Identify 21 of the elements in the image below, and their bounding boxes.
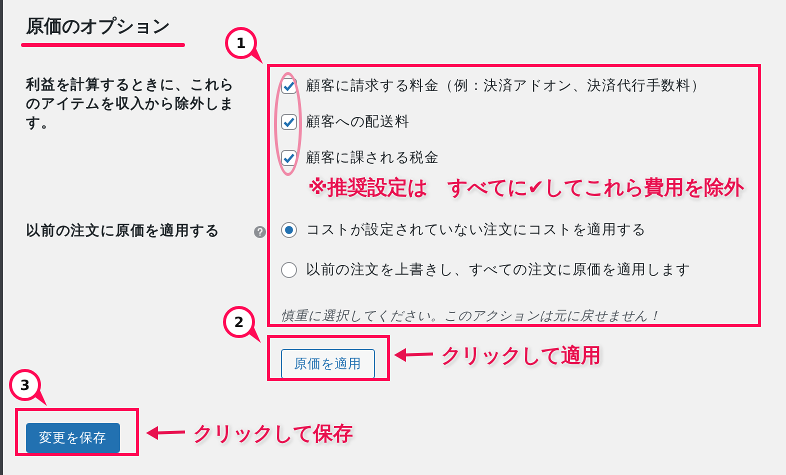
- option-label: 以前の注文を上書きし、すべての注文に原価を適用します: [306, 261, 691, 279]
- arrow: [394, 348, 434, 362]
- option-label: コストが設定されていない注文にコストを適用する: [306, 221, 646, 239]
- radio-button[interactable]: [281, 222, 297, 238]
- option-label: 顧客に請求する料金（例：決済アドオン、決済代行手数料）: [306, 77, 706, 95]
- annotation-text: ※推奨設定は すべてに✔してこれら費用を除外: [308, 174, 744, 200]
- checkbox[interactable]: [281, 150, 297, 166]
- arrow: [146, 426, 186, 440]
- radio-button[interactable]: [281, 262, 297, 278]
- section-heading: 原価のオプション: [26, 15, 171, 39]
- checkbox[interactable]: [281, 114, 297, 130]
- annotation-text: クリックして保存: [193, 421, 353, 445]
- annotation-text: クリックして適用: [441, 343, 601, 367]
- field-label: 利益を計算するときに、これらのアイテムを収入から除外します。: [26, 76, 236, 133]
- save-changes-button[interactable]: 変更を保存: [26, 423, 120, 453]
- option-label: 顧客への配送料: [306, 113, 410, 131]
- warning-note: 慎重に選択してください。このアクションは元に戻せません！: [281, 308, 663, 326]
- apply-cost-button[interactable]: 原価を適用: [281, 349, 374, 379]
- help-icon[interactable]: [254, 226, 266, 238]
- field-label: 以前の注文に原価を適用する: [26, 222, 220, 241]
- option-label: 顧客に課される税金: [306, 149, 440, 167]
